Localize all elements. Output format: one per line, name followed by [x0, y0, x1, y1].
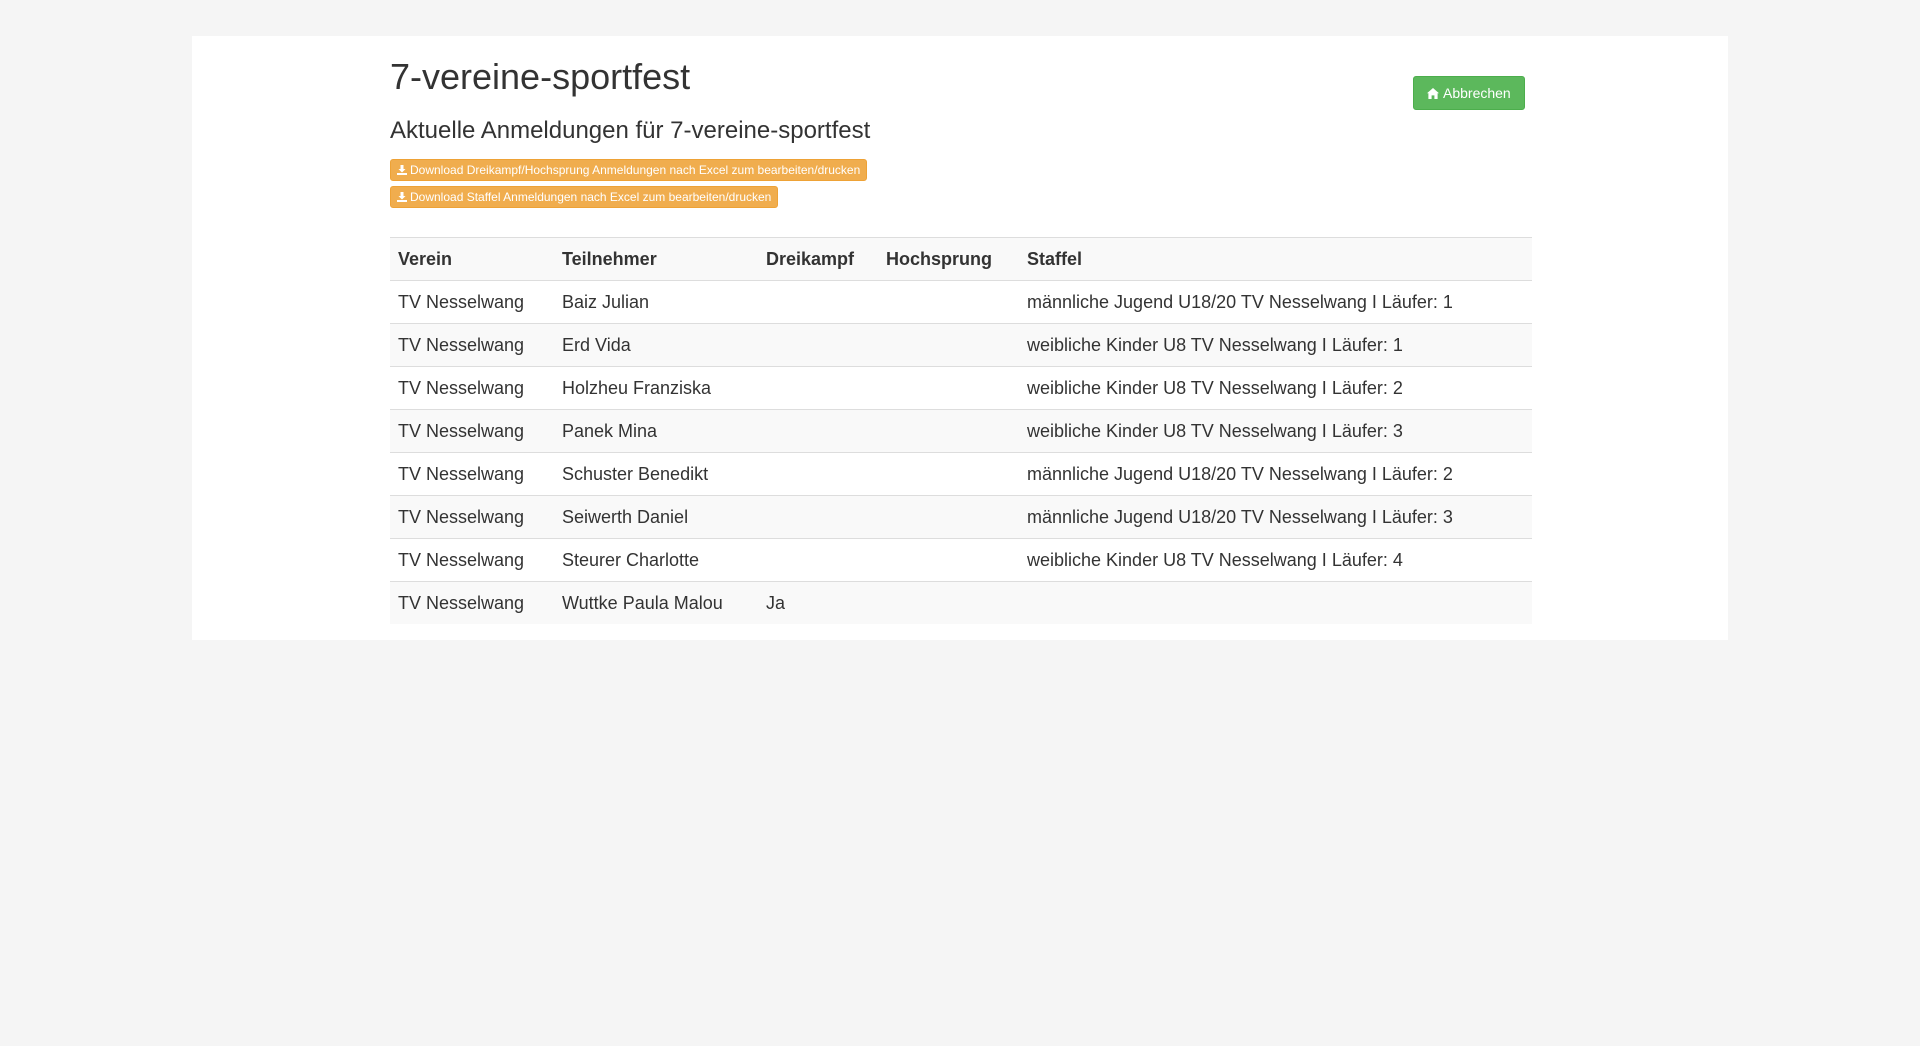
cell-dreikampf — [758, 323, 878, 367]
cell-hochsprung — [878, 581, 1019, 624]
cell-teilnehmer: Steurer Charlotte — [554, 538, 758, 582]
table-row: TV Nesselwang Panek Mina weibliche Kinde… — [390, 409, 1532, 453]
registrations-table: Verein Teilnehmer Dreikampf Hochsprung S… — [390, 237, 1532, 624]
column-header-teilnehmer: Teilnehmer — [554, 237, 758, 281]
cell-verein: TV Nesselwang — [390, 280, 554, 324]
column-header-hochsprung: Hochsprung — [878, 237, 1019, 281]
download-dreikampf-label: Download Dreikampf/Hochsprung Anmeldunge… — [410, 163, 861, 177]
home-icon — [1427, 87, 1439, 99]
page-title: 7-vereine-sportfest — [390, 56, 691, 97]
cell-dreikampf — [758, 409, 878, 453]
table-row: TV Nesselwang Erd Vida weibliche Kinder … — [390, 323, 1532, 367]
cell-staffel — [1019, 581, 1532, 624]
column-header-dreikampf: Dreikampf — [758, 237, 878, 281]
table-header-row: Verein Teilnehmer Dreikampf Hochsprung S… — [390, 237, 1532, 281]
cell-teilnehmer: Schuster Benedikt — [554, 452, 758, 496]
cell-teilnehmer: Seiwerth Daniel — [554, 495, 758, 539]
cell-hochsprung — [878, 538, 1019, 582]
cell-dreikampf: Ja — [758, 581, 878, 624]
cell-hochsprung — [878, 495, 1019, 539]
main-panel: 7-vereine-sportfest Abbrechen Aktuelle A… — [192, 36, 1728, 640]
cell-staffel: weibliche Kinder U8 TV Nesselwang I Läuf… — [1019, 323, 1532, 367]
cell-verein: TV Nesselwang — [390, 538, 554, 582]
column-header-verein: Verein — [390, 237, 554, 281]
cell-dreikampf — [758, 495, 878, 539]
table-row: TV Nesselwang Wuttke Paula Malou Ja — [390, 581, 1532, 624]
download-staffel-label: Download Staffel Anmeldungen nach Excel … — [410, 190, 772, 204]
cell-verein: TV Nesselwang — [390, 452, 554, 496]
cell-hochsprung — [878, 409, 1019, 453]
cell-verein: TV Nesselwang — [390, 495, 554, 539]
table-row: TV Nesselwang Baiz Julian männliche Juge… — [390, 280, 1532, 324]
table-row: TV Nesselwang Holzheu Franziska weiblich… — [390, 366, 1532, 410]
cell-teilnehmer: Wuttke Paula Malou — [554, 581, 758, 624]
cell-teilnehmer: Panek Mina — [554, 409, 758, 453]
table-row: TV Nesselwang Schuster Benedikt männlich… — [390, 452, 1532, 496]
cell-staffel: männliche Jugend U18/20 TV Nesselwang I … — [1019, 280, 1532, 324]
table-row: TV Nesselwang Seiwerth Daniel männliche … — [390, 495, 1532, 539]
cell-verein: TV Nesselwang — [390, 323, 554, 367]
cell-teilnehmer: Erd Vida — [554, 323, 758, 367]
cell-dreikampf — [758, 452, 878, 496]
cell-teilnehmer: Baiz Julian — [554, 280, 758, 324]
cell-staffel: männliche Jugend U18/20 TV Nesselwang I … — [1019, 495, 1532, 539]
table-row: TV Nesselwang Steurer Charlotte weiblich… — [390, 538, 1532, 582]
cell-hochsprung — [878, 280, 1019, 324]
download-staffel-button[interactable]: Download Staffel Anmeldungen nach Excel … — [390, 186, 779, 208]
cell-staffel: weibliche Kinder U8 TV Nesselwang I Läuf… — [1019, 409, 1532, 453]
cell-dreikampf — [758, 366, 878, 410]
cell-verein: TV Nesselwang — [390, 366, 554, 410]
download-icon — [397, 165, 407, 175]
cell-verein: TV Nesselwang — [390, 581, 554, 624]
cell-staffel: männliche Jugend U18/20 TV Nesselwang I … — [1019, 452, 1532, 496]
cell-hochsprung — [878, 323, 1019, 367]
cell-dreikampf — [758, 280, 878, 324]
cell-teilnehmer: Holzheu Franziska — [554, 366, 758, 410]
section-title: Aktuelle Anmeldungen für 7-vereine-sport… — [390, 117, 871, 144]
cell-staffel: weibliche Kinder U8 TV Nesselwang I Läuf… — [1019, 366, 1532, 410]
cell-hochsprung — [878, 452, 1019, 496]
cancel-button[interactable]: Abbrechen — [1413, 76, 1525, 110]
cell-staffel: weibliche Kinder U8 TV Nesselwang I Läuf… — [1019, 538, 1532, 582]
cell-hochsprung — [878, 366, 1019, 410]
download-icon — [397, 192, 407, 202]
cell-dreikampf — [758, 538, 878, 582]
download-dreikampf-button[interactable]: Download Dreikampf/Hochsprung Anmeldunge… — [390, 159, 868, 181]
column-header-staffel: Staffel — [1019, 237, 1532, 281]
cell-verein: TV Nesselwang — [390, 409, 554, 453]
cancel-button-label: Abbrechen — [1443, 85, 1511, 101]
